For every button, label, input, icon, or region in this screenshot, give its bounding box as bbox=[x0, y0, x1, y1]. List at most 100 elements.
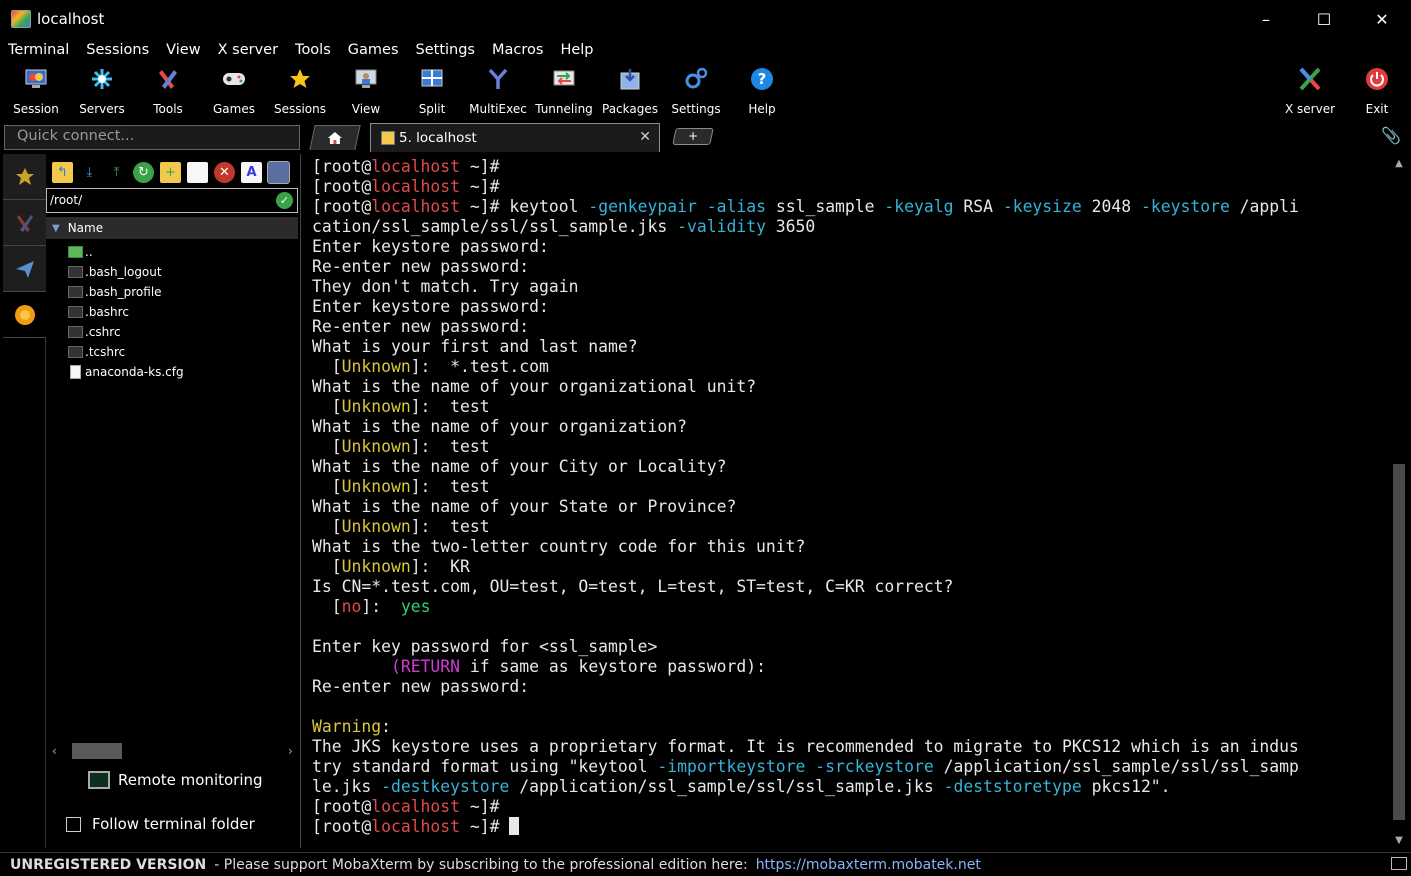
toolbar-games-button[interactable]: Games bbox=[201, 64, 267, 118]
terminal-line: [Unknown]: *.test.com bbox=[312, 357, 1390, 377]
path-confirm-icon[interactable]: ✓ bbox=[276, 192, 293, 209]
menu-sessions[interactable]: Sessions bbox=[78, 42, 158, 58]
unregistered-label: UNREGISTERED VERSION bbox=[10, 856, 207, 873]
new-tab-button[interactable]: + bbox=[672, 128, 714, 145]
quick-connect-input[interactable]: Quick connect... bbox=[4, 125, 300, 150]
toolbar-tools-button[interactable]: Tools bbox=[135, 64, 201, 118]
file-row-bashrc[interactable]: .bashrc bbox=[46, 302, 298, 322]
terminal-text: The JKS keystore uses a proprietary form… bbox=[312, 737, 1299, 756]
terminal-line: Re-enter new password: bbox=[312, 257, 1390, 277]
file-row-anaconda-ks[interactable]: anaconda-ks.cfg bbox=[46, 362, 298, 382]
scroll-down-icon[interactable]: ▼ bbox=[1393, 835, 1405, 846]
paperclip-icon[interactable]: 📎 bbox=[1381, 126, 1401, 145]
new-file-icon[interactable] bbox=[187, 161, 208, 183]
toolbar-packages-button[interactable]: Packages bbox=[597, 64, 663, 118]
document-icon bbox=[70, 365, 81, 379]
menu-view[interactable]: View bbox=[158, 42, 209, 58]
toolbar-tunneling-button[interactable]: Tunneling bbox=[531, 64, 597, 118]
terminal-text: ]: *.test.com bbox=[410, 357, 549, 376]
tab-close-icon[interactable]: ✕ bbox=[639, 129, 651, 145]
terminal-line: Enter keystore password: bbox=[312, 297, 1390, 317]
toolbar-split-button[interactable]: Split bbox=[399, 64, 465, 118]
send-icon bbox=[15, 260, 34, 278]
monitor-icon[interactable] bbox=[1391, 857, 1407, 870]
scroll-left-icon[interactable]: ‹ bbox=[52, 744, 62, 758]
file-row-bash-profile[interactable]: .bash_profile bbox=[46, 282, 298, 302]
minimize-button[interactable]: – bbox=[1237, 0, 1295, 38]
toolbar-multiexec-button[interactable]: MultiExec bbox=[465, 64, 531, 118]
vtab-tools[interactable] bbox=[3, 200, 46, 246]
name-column-header[interactable]: ▼ Name bbox=[46, 217, 298, 239]
terminal-text: [root@ bbox=[312, 817, 372, 836]
toolbar-sessions-button[interactable]: Sessions bbox=[267, 64, 333, 118]
delete-icon[interactable]: ✕ bbox=[214, 161, 235, 183]
toolbar-session-button[interactable]: Session bbox=[3, 64, 69, 118]
menu-macros[interactable]: Macros bbox=[484, 42, 552, 58]
packages-icon bbox=[617, 66, 643, 92]
menu-help[interactable]: Help bbox=[552, 42, 602, 58]
path-input[interactable]: /root/ ✓ bbox=[46, 188, 298, 213]
file-row-cshrc[interactable]: .cshrc bbox=[46, 322, 298, 342]
vtab-macros[interactable] bbox=[3, 246, 46, 292]
horizontal-scrollbar[interactable]: ‹ › bbox=[52, 742, 298, 760]
terminal-text: [ bbox=[312, 517, 342, 536]
toolbar-servers-button[interactable]: Servers bbox=[69, 64, 135, 118]
checkbox[interactable] bbox=[66, 816, 81, 832]
terminal-text: -validity bbox=[677, 217, 766, 236]
scroll-thumb[interactable] bbox=[72, 743, 122, 759]
terminal-text: Unknown bbox=[341, 437, 411, 456]
terminal-scrollbar[interactable]: ▲ ▼ bbox=[1391, 154, 1407, 848]
parent-folder-icon[interactable]: ↰ bbox=[52, 161, 73, 183]
file-row-bash-logout[interactable]: .bash_logout bbox=[46, 262, 298, 282]
scroll-right-icon[interactable]: › bbox=[288, 744, 298, 758]
terminal-text: ]: test bbox=[410, 397, 490, 416]
remote-monitoring-button[interactable]: Remote monitoring bbox=[88, 771, 263, 789]
terminal-text: -genkeypair bbox=[588, 197, 697, 216]
menu-x-server[interactable]: X server bbox=[210, 42, 287, 58]
terminal-text: Re-enter new password: bbox=[312, 257, 530, 276]
terminal-output[interactable]: [root@localhost ~]# [root@localhost ~]# [r… bbox=[303, 154, 1390, 848]
rename-icon[interactable]: A bbox=[241, 161, 262, 183]
toggle-hidden-icon[interactable] bbox=[267, 160, 290, 184]
terminal-text: ]: bbox=[361, 597, 401, 616]
refresh-icon[interactable]: ↻ bbox=[133, 161, 154, 183]
toolbar-exit-button[interactable]: Exit bbox=[1344, 64, 1410, 118]
terminal-line: Is CN=*.test.com, OU=test, O=test, L=tes… bbox=[312, 577, 1390, 597]
vtab-sessions[interactable] bbox=[3, 154, 46, 200]
toolbar-xserver-button[interactable]: X server bbox=[1277, 64, 1343, 118]
terminal-text: -keyalg bbox=[884, 197, 954, 216]
toolbar-settings-button[interactable]: Settings bbox=[663, 64, 729, 118]
home-tab[interactable] bbox=[309, 125, 361, 150]
close-button[interactable]: ✕ bbox=[1353, 0, 1411, 38]
scroll-up-icon[interactable]: ▲ bbox=[1393, 158, 1405, 169]
upload-icon[interactable]: ⤒ bbox=[106, 162, 127, 183]
toolbar-view-button[interactable]: View bbox=[333, 64, 399, 118]
file-icon bbox=[68, 326, 83, 338]
menu-games[interactable]: Games bbox=[340, 42, 408, 58]
terminal-line: [Unknown]: test bbox=[312, 397, 1390, 417]
vtab-sftp[interactable] bbox=[3, 292, 46, 338]
terminal-line: cation/ssl_sample/ssl/ssl_sample.jks -va… bbox=[312, 217, 1390, 237]
maximize-button[interactable]: ☐ bbox=[1295, 0, 1353, 38]
file-row-tcshrc[interactable]: .tcshrc bbox=[46, 342, 298, 362]
terminal-line: Re-enter new password: bbox=[312, 677, 1390, 697]
menu-bar: Terminal Sessions View X server Tools Ga… bbox=[0, 38, 1411, 62]
toolbar-help-button[interactable]: ? Help bbox=[729, 64, 795, 118]
menu-settings[interactable]: Settings bbox=[408, 42, 484, 58]
terminal-text: (RETURN bbox=[390, 657, 461, 676]
follow-terminal-folder-checkbox[interactable]: Follow terminal folder bbox=[66, 815, 255, 833]
new-folder-icon[interactable]: + bbox=[160, 161, 181, 183]
menu-tools[interactable]: Tools bbox=[287, 42, 340, 58]
servers-icon bbox=[89, 66, 115, 92]
menu-terminal[interactable]: Terminal bbox=[0, 42, 78, 58]
download-icon[interactable]: ⤓ bbox=[79, 162, 100, 183]
terminal-scroll-thumb[interactable] bbox=[1393, 464, 1405, 820]
tab-localhost[interactable]: 5. localhost ✕ bbox=[370, 123, 660, 152]
mobaxterm-link[interactable]: https://mobaxterm.mobatek.net bbox=[756, 857, 981, 873]
parent-folder-icon bbox=[68, 246, 83, 258]
terminal-line: What is your first and last name? bbox=[312, 337, 1390, 357]
file-row-parent[interactable]: .. bbox=[46, 242, 298, 262]
file-icon bbox=[68, 266, 83, 278]
